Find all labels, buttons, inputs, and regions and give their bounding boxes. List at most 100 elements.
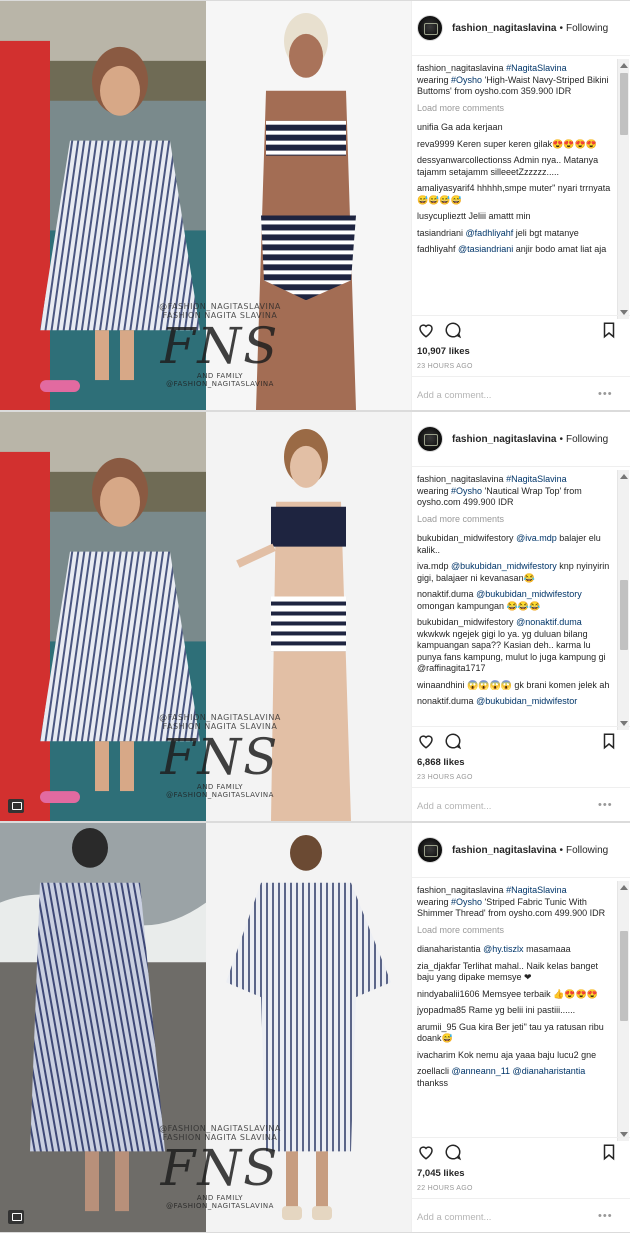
comment: bukubidan_midwifestory @iva.mdp balajer …	[417, 533, 614, 556]
mention-link[interactable]: @tasiandriani	[458, 244, 513, 254]
hashtag-link[interactable]: #NagitaSlavina	[506, 474, 567, 484]
comment-username[interactable]: bukubidan_midwifestory	[417, 533, 514, 543]
following-button[interactable]: Following	[566, 845, 608, 856]
comment-username[interactable]: iva.mdp	[417, 561, 449, 571]
caption: fashion_nagitaslavina #NagitaSlavina wea…	[417, 63, 614, 98]
comment-username[interactable]: bukubidan_midwifestory	[417, 617, 514, 627]
add-comment-input[interactable]: Add a comment...	[417, 390, 491, 401]
comment-username[interactable]: winaandhini	[417, 680, 465, 690]
comment-username[interactable]: fadhliyahf	[417, 244, 456, 254]
bookmark-icon[interactable]	[600, 321, 618, 339]
mention-link[interactable]: @bukubidan_midwifestor	[476, 696, 577, 706]
comment-username[interactable]: zia_djakfar	[417, 961, 461, 971]
caption-username[interactable]: fashion_nagitaslavina	[417, 474, 504, 484]
comment-text: Ga ada kerjaan	[441, 122, 503, 132]
comment-username[interactable]: reva9999	[417, 139, 455, 149]
comment-username[interactable]: nindyabalii1606	[417, 989, 480, 999]
mention-link[interactable]: @hy.tiszlx	[483, 944, 523, 954]
comment: unifia Ga ada kerjaan	[417, 122, 614, 134]
likes-count[interactable]: 6,868 likes	[417, 757, 465, 768]
bookmark-icon[interactable]	[600, 732, 618, 750]
comment-username[interactable]: unifia	[417, 122, 439, 132]
more-options-icon[interactable]: •••	[598, 388, 613, 400]
comment-username[interactable]: amaliyasyarif4	[417, 183, 475, 193]
mention-link[interactable]: @iva.mdp	[516, 533, 557, 543]
brand-hashtag-link[interactable]: #Oysho	[451, 486, 482, 496]
heart-icon[interactable]	[417, 732, 435, 750]
more-options-icon[interactable]: •••	[598, 799, 613, 811]
comments-scrollbar[interactable]	[617, 59, 629, 319]
post-media[interactable]: @FASHION_NAGITASLAVINA FASHION NAGITA SL…	[0, 412, 411, 821]
hashtag-link[interactable]: #NagitaSlavina	[506, 885, 567, 895]
mention-link[interactable]: @bukubidan_midwifestory	[451, 561, 557, 571]
comment: dianaharistantia @hy.tiszlx masamaaa	[417, 944, 614, 956]
post-media[interactable]: @FASHION_NAGITASLAVINA FASHION NAGITA SL…	[0, 823, 411, 1232]
avatar[interactable]	[417, 15, 443, 41]
comment-username[interactable]: dessyanwarcollectionss	[417, 155, 512, 165]
comment-username[interactable]: ivacharim	[417, 1050, 456, 1060]
caption-username[interactable]: fashion_nagitaslavina	[417, 885, 504, 895]
scrollbar-thumb[interactable]	[620, 73, 628, 135]
heart-icon[interactable]	[417, 1143, 435, 1161]
likes-count[interactable]: 7,045 likes	[417, 1168, 465, 1179]
scrollbar-thumb[interactable]	[620, 580, 628, 650]
comment-text: wkwkwk ngejek gigi lo ya. yg duluan bila…	[417, 628, 606, 674]
avatar[interactable]	[417, 426, 443, 452]
comment: iva.mdp @bukubidan_midwifestory knp nyin…	[417, 561, 614, 584]
add-comment-input[interactable]: Add a comment...	[417, 1212, 491, 1223]
scroll-up-arrow-icon[interactable]	[620, 63, 628, 68]
mention-link[interactable]: @nonaktif.duma	[516, 617, 582, 627]
hashtag-link[interactable]: #NagitaSlavina	[506, 63, 567, 73]
comment-username[interactable]: tasiandriani	[417, 228, 463, 238]
timestamp[interactable]: 23 HOURS AGO	[417, 363, 473, 370]
brand-hashtag-link[interactable]: #Oysho	[451, 897, 482, 907]
timestamp[interactable]: 22 HOURS AGO	[417, 1185, 473, 1192]
following-button[interactable]: Following	[566, 434, 608, 445]
post-media[interactable]: @FASHION_NAGITASLAVINA FASHION NAGITA SL…	[0, 1, 411, 410]
load-more-comments[interactable]: Load more comments	[417, 103, 614, 115]
comments-scrollbar[interactable]	[617, 470, 629, 730]
scroll-up-arrow-icon[interactable]	[620, 474, 628, 479]
comment: tasiandriani @fadhliyahf jeli bgt matany…	[417, 228, 614, 240]
watermark-handle: @FASHION_NAGITASLAVINA	[159, 302, 281, 311]
separator-dot: •	[559, 433, 563, 445]
comment-username[interactable]: lusycuplieztt	[417, 211, 466, 221]
watermark: @FASHION_NAGITASLAVINA FASHION NAGITA SL…	[150, 302, 290, 388]
comment-icon[interactable]	[444, 732, 462, 750]
username-link[interactable]: fashion_nagitaslavina	[452, 23, 556, 34]
caption-username[interactable]: fashion_nagitaslavina	[417, 63, 504, 73]
mention-link[interactable]: @fadhliyahf	[466, 228, 514, 238]
comment-username[interactable]: zoellacli	[417, 1066, 449, 1076]
mention-link[interactable]: @bukubidan_midwifestory	[476, 589, 582, 599]
scrollbar-thumb[interactable]	[620, 931, 628, 1021]
watermark: @FASHION_NAGITASLAVINA FASHION NAGITA SL…	[150, 713, 290, 799]
scroll-up-arrow-icon[interactable]	[620, 885, 628, 890]
comment-text: Rame yg belii ini pastiii......	[468, 1005, 576, 1015]
username-link[interactable]: fashion_nagitaslavina	[452, 434, 556, 445]
comment-icon[interactable]	[444, 321, 462, 339]
heart-icon[interactable]	[417, 321, 435, 339]
comment-username[interactable]: nonaktif.duma	[417, 696, 474, 706]
comment-username[interactable]: dianaharistantia	[417, 944, 481, 954]
load-more-comments[interactable]: Load more comments	[417, 514, 614, 526]
add-comment-input[interactable]: Add a comment...	[417, 801, 491, 812]
brand-hashtag-link[interactable]: #Oysho	[451, 75, 482, 85]
username-link[interactable]: fashion_nagitaslavina	[452, 845, 556, 856]
avatar[interactable]	[417, 837, 443, 863]
likes-count[interactable]: 10,907 likes	[417, 346, 470, 357]
comment-username[interactable]: jyopadma85	[417, 1005, 466, 1015]
bookmark-icon[interactable]	[600, 1143, 618, 1161]
mention-link[interactable]: @anneann_11 @dianaharistantia	[452, 1066, 586, 1076]
post-1: @FASHION_NAGITASLAVINA FASHION NAGITA SL…	[0, 0, 630, 411]
following-button[interactable]: Following	[566, 23, 608, 34]
watermark-handle-2: @FASHION_NAGITASLAVINA	[166, 791, 274, 799]
comment: nonaktif.duma @bukubidan_midwifestor	[417, 696, 614, 708]
timestamp[interactable]: 23 HOURS AGO	[417, 774, 473, 781]
more-options-icon[interactable]: •••	[598, 1210, 613, 1222]
comment-username[interactable]: arumii_95	[417, 1022, 457, 1032]
comment-username[interactable]: nonaktif.duma	[417, 589, 474, 599]
comment: zia_djakfar Terlihat mahal.. Naik kelas …	[417, 961, 614, 984]
load-more-comments[interactable]: Load more comments	[417, 925, 614, 937]
comment-icon[interactable]	[444, 1143, 462, 1161]
comments-scrollbar[interactable]	[617, 881, 629, 1141]
